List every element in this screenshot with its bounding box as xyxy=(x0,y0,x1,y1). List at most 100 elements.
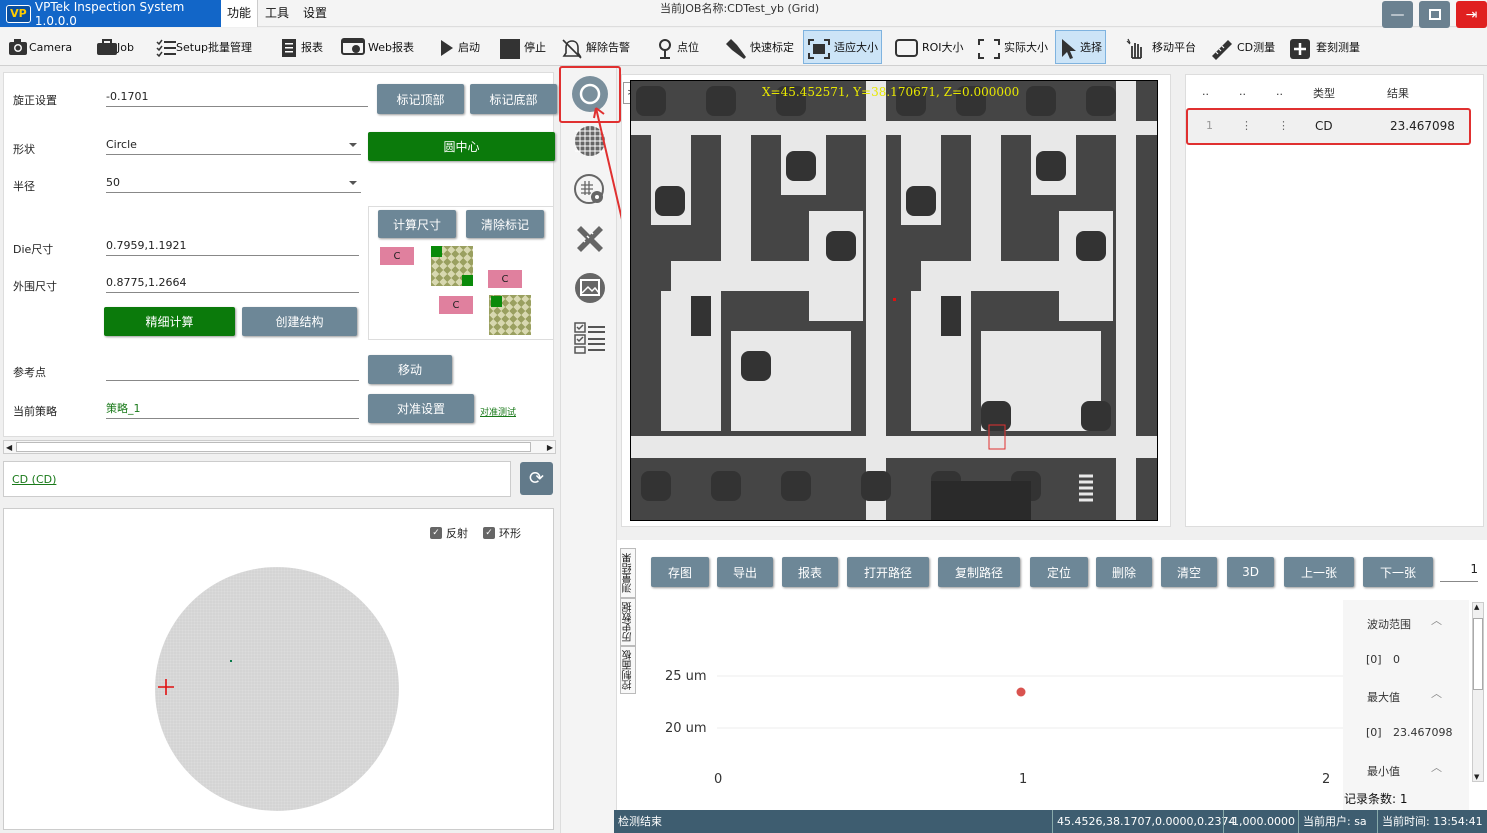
x-tick-label: 2 xyxy=(1322,772,1331,787)
actual-size-button[interactable]: 实际大小 xyxy=(974,31,1051,63)
pin-icon xyxy=(656,38,674,59)
refresh-gear-icon: ⟳ xyxy=(528,468,545,489)
minimize-button[interactable]: — xyxy=(1382,1,1413,28)
image-frame-icon xyxy=(575,273,605,303)
move-button[interactable]: 移动 xyxy=(368,355,452,384)
collapse-icon[interactable]: ︿ xyxy=(1431,759,1442,775)
menu-settings[interactable]: 设置 xyxy=(297,0,333,27)
image-button[interactable] xyxy=(572,270,608,306)
collapse-icon[interactable]: ︿ xyxy=(1431,612,1442,628)
clear-alarm-label: 解除告警 xyxy=(586,41,630,54)
table-row[interactable]: 1 ⋮ ⋮ CD 23.467098 xyxy=(1186,108,1471,145)
start-button[interactable]: 启动 xyxy=(434,31,483,63)
align-settings-button[interactable]: 对准设置 xyxy=(368,394,474,423)
next-button[interactable]: 下一张 xyxy=(1363,557,1433,587)
circle-center-button[interactable]: 圆中心 xyxy=(368,132,555,161)
briefcase-icon xyxy=(96,38,117,56)
camera-button[interactable]: Camera xyxy=(5,31,75,63)
clear-marks-button[interactable]: 清除标记 xyxy=(466,210,544,238)
report-button-bottom[interactable]: 报表 xyxy=(782,557,838,587)
job-name-display: 当前JOB名称:CDTest_yb (Grid) xyxy=(660,0,819,18)
cd-measure-button[interactable]: CD测量 xyxy=(1207,31,1278,63)
chevron-down-icon xyxy=(349,143,357,147)
column-header: .. xyxy=(1239,85,1246,98)
horizontal-scrollbar[interactable]: ◀ ▶ xyxy=(3,440,556,454)
record-count: 记录条数: 1 xyxy=(1344,792,1408,806)
quick-calibrate-button[interactable]: 快速标定 xyxy=(720,31,797,63)
roi-size-button[interactable]: ROI大小 xyxy=(892,31,967,63)
export-button[interactable]: 导出 xyxy=(717,557,773,587)
select-button[interactable]: 选择 xyxy=(1055,30,1106,64)
tab-control-panel[interactable]: 控制面板 xyxy=(620,646,636,694)
scroll-right-icon[interactable]: ▶ xyxy=(547,443,553,452)
scroll-down-icon[interactable]: ▼ xyxy=(1474,773,1479,781)
scroll-up-icon[interactable]: ▲ xyxy=(1474,603,1479,611)
range-label: 波动范围 xyxy=(1367,618,1411,631)
outer-size-input[interactable]: 0.8775,1.2664 xyxy=(106,273,359,293)
create-structure-button[interactable]: 创建结构 xyxy=(242,307,357,336)
die-size-label: Die尺寸 xyxy=(13,243,54,256)
ruler-icon xyxy=(1210,38,1234,60)
reflect-checkbox[interactable]: ✓ 反射 xyxy=(430,525,468,541)
report-button[interactable]: 报表 xyxy=(277,31,326,63)
center-marker xyxy=(893,298,896,301)
3d-button[interactable]: 3D xyxy=(1227,557,1274,587)
locate-button[interactable]: 定位 xyxy=(1030,557,1088,587)
mark-bottom-button[interactable]: 标记底部 xyxy=(470,84,557,114)
measurement-selector: CD (CD) xyxy=(3,461,511,497)
radius-select[interactable]: 50 xyxy=(106,173,361,193)
wafer-map[interactable] xyxy=(152,564,402,814)
tab-measurement-results[interactable]: 测量结果 xyxy=(620,548,636,598)
clear-alarm-button[interactable]: 解除告警 xyxy=(558,31,633,63)
scroll-thumb[interactable] xyxy=(16,442,531,452)
ring-checkbox[interactable]: ✓ 环形 xyxy=(483,525,521,541)
delete-button[interactable]: 删除 xyxy=(1096,557,1152,587)
web-report-button[interactable]: Web报表 xyxy=(338,31,417,63)
clear-button[interactable]: 清空 xyxy=(1161,557,1217,587)
move-stage-label: 移动平台 xyxy=(1152,41,1196,54)
overlay-measure-button[interactable]: 套刻测量 xyxy=(1286,31,1363,63)
calc-size-button[interactable]: 计算尺寸 xyxy=(378,210,456,238)
open-path-button[interactable]: 打开路径 xyxy=(847,557,929,587)
vertical-scrollbar[interactable]: ▲ ▼ xyxy=(1472,602,1484,782)
save-image-button[interactable]: 存图 xyxy=(651,557,709,587)
row-type: CD xyxy=(1315,119,1333,133)
fine-calc-button[interactable]: 精细计算 xyxy=(104,307,235,336)
task-list-button[interactable] xyxy=(572,319,608,355)
align-test-link[interactable]: 对准测试 xyxy=(480,405,516,418)
exit-button[interactable]: ⇥ xyxy=(1456,1,1487,28)
microscope-image[interactable] xyxy=(630,80,1158,521)
column-header: .. xyxy=(1202,85,1209,98)
die-size-input[interactable]: 0.7959,1.1921 xyxy=(106,236,359,256)
checklist-icon xyxy=(574,322,605,354)
status-position: 45.4526,38.1707,0.0000,0.2374 xyxy=(1052,810,1239,833)
scroll-thumb[interactable] xyxy=(1473,618,1483,690)
strategy-input[interactable]: 策略_1 xyxy=(106,399,359,419)
reference-point-input[interactable] xyxy=(106,361,359,381)
die-corner-mark xyxy=(462,275,473,286)
rotation-input[interactable]: -0.1701 xyxy=(106,87,368,107)
select-label: 选择 xyxy=(1080,41,1102,54)
measurement-chart xyxy=(717,675,1357,729)
refresh-button[interactable]: ⟳ xyxy=(520,462,553,495)
job-button[interactable]: Job xyxy=(93,31,137,63)
fit-size-button[interactable]: 适应大小 xyxy=(803,30,882,64)
stop-button[interactable]: 停止 xyxy=(496,31,549,63)
menu-tools[interactable]: 工具 xyxy=(259,0,295,27)
point-button[interactable]: 点位 xyxy=(653,31,702,63)
page-number-input[interactable]: 1 xyxy=(1440,562,1478,582)
actual-size-label: 实际大小 xyxy=(1004,41,1048,54)
tab-history-data[interactable]: 历史数据 xyxy=(620,598,636,646)
move-stage-button[interactable]: 移动平台 xyxy=(1122,31,1199,63)
setup-batch-button[interactable]: Setup批量管理 xyxy=(152,31,255,63)
collapse-icon[interactable]: ︿ xyxy=(1431,685,1442,701)
menu-function[interactable]: 功能 xyxy=(221,0,259,27)
hand-icon xyxy=(1125,38,1149,59)
copy-path-button[interactable]: 复制路径 xyxy=(938,557,1020,587)
previous-button[interactable]: 上一张 xyxy=(1284,557,1354,587)
maximize-button[interactable] xyxy=(1419,1,1450,28)
shape-select[interactable]: Circle xyxy=(106,135,361,155)
cd-link[interactable]: CD (CD) xyxy=(12,473,56,486)
mark-top-button[interactable]: 标记顶部 xyxy=(377,84,464,114)
scroll-left-icon[interactable]: ◀ xyxy=(6,443,12,452)
